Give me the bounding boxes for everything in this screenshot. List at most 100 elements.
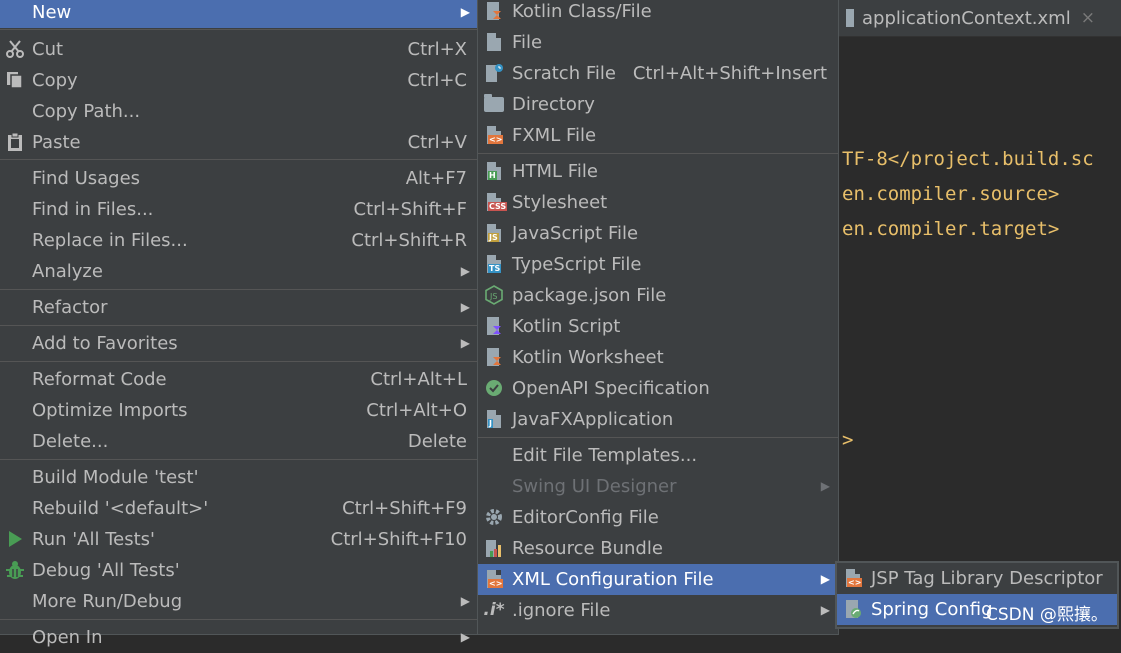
menu-item-label: HTML File (512, 161, 598, 182)
scissors-icon (4, 38, 26, 60)
menu-item-debug-all-tests[interactable]: Debug 'All Tests' (0, 555, 478, 586)
tab-close-icon[interactable]: × (1081, 8, 1095, 28)
menu-item-label: XML Configuration File (512, 569, 714, 590)
menu-item-open-in[interactable]: Open In ▶ (0, 622, 478, 653)
menu-item-new[interactable]: New ▶ (0, 0, 478, 28)
watermark-text: CSDN @熙攘。 (986, 605, 1108, 625)
menu-item-openapi[interactable]: OpenAPI Specification (478, 373, 838, 404)
menu-item-label: JSP Tag Library Descriptor (871, 568, 1103, 589)
run-icon (4, 528, 26, 550)
menu-item-optimize-imports[interactable]: Optimize Imports Ctrl+Alt+O (0, 395, 478, 426)
menu-item-label: TypeScript File (512, 254, 642, 275)
java-file-icon: J (483, 408, 505, 430)
menu-item-kotlin-worksheet[interactable]: Kotlin Worksheet (478, 342, 838, 373)
menu-item-edit-file-templates[interactable]: Edit File Templates... (478, 440, 838, 471)
menu-item-label: More Run/Debug (32, 591, 183, 612)
menu-item-resource-bundle[interactable]: Resource Bundle (478, 533, 838, 564)
menu-item-directory[interactable]: Directory (478, 89, 838, 120)
menu-item-kotlin-script[interactable]: Kotlin Script (478, 311, 838, 342)
kotlin-file-icon (483, 0, 505, 22)
menu-item-refactor[interactable]: Refactor ▶ (0, 292, 478, 323)
nodejs-icon: JS (483, 284, 505, 306)
menu-item-ignore-file[interactable]: .i* .ignore File ▶ (478, 595, 838, 626)
menu-item-analyze[interactable]: Analyze ▶ (0, 256, 478, 287)
menu-item-copy[interactable]: Copy Ctrl+C (0, 65, 478, 96)
code-line: en.compiler.target> (842, 218, 1060, 240)
menu-separator (0, 361, 478, 362)
menu-item-delete[interactable]: Delete... Delete (0, 426, 478, 457)
menu-item-run-all-tests[interactable]: Run 'All Tests' Ctrl+Shift+F10 (0, 524, 478, 555)
code-line: TF-8</project.build.sc (842, 148, 1094, 170)
menu-item-label: Delete... (32, 431, 109, 452)
menu-item-paste[interactable]: Paste Ctrl+V (0, 127, 478, 158)
menu-item-swing-ui-designer[interactable]: Swing UI Designer ▶ (478, 471, 838, 502)
menu-item-package-json[interactable]: JS package.json File (478, 280, 838, 311)
copy-icon (4, 69, 26, 91)
menu-item-label: Copy Path... (32, 101, 141, 122)
editor-area[interactable] (838, 0, 1121, 634)
svg-text:JS: JS (489, 292, 497, 301)
submenu-arrow-icon: ▶ (460, 5, 470, 19)
menu-item-label: Kotlin Class/File (512, 1, 652, 22)
context-menu: New ▶ Cut Ctrl+X Copy Ctrl+C Copy Path..… (0, 0, 478, 648)
menu-item-copy-path[interactable]: Copy Path... (0, 96, 478, 127)
menu-item-label: Debug 'All Tests' (32, 560, 180, 581)
css-file-icon: CSS (483, 191, 508, 213)
menu-item-cut[interactable]: Cut Ctrl+X (0, 34, 478, 65)
menu-item-label: Spring Config (871, 599, 993, 620)
resource-bundle-icon (483, 537, 505, 559)
menu-separator (478, 153, 838, 154)
openapi-icon (483, 377, 505, 399)
editor-tab[interactable]: applicationContext.xml × (838, 0, 1121, 37)
menu-item-javafx-application[interactable]: J JavaFXApplication (478, 404, 838, 435)
menu-item-more-run-debug[interactable]: More Run/Debug ▶ (0, 586, 478, 617)
menu-item-label: Directory (512, 94, 595, 115)
menu-item-javascript-file[interactable]: JS JavaScript File (478, 218, 838, 249)
menu-item-editorconfig[interactable]: EditorConfig File (478, 502, 838, 533)
menu-item-scratch-file[interactable]: Scratch File Ctrl+Alt+Shift+Insert (478, 58, 838, 89)
menu-item-html-file[interactable]: H HTML File (478, 156, 838, 187)
code-line: > (842, 429, 854, 451)
menu-item-jsp-tag-library[interactable]: <> JSP Tag Library Descriptor (837, 563, 1117, 594)
menu-separator (0, 619, 478, 620)
submenu-arrow-icon: ▶ (460, 594, 470, 608)
submenu-arrow-icon: ▶ (460, 630, 470, 644)
submenu-arrow-icon: ▶ (820, 479, 830, 493)
xml-file-icon (846, 9, 854, 27)
menu-item-fxml-file[interactable]: <> FXML File (478, 120, 838, 151)
shortcut: Alt+F7 (405, 168, 467, 189)
menu-item-label: Build Module 'test' (32, 467, 199, 488)
menu-item-label: Copy (32, 70, 78, 91)
menu-item-label: JavaFXApplication (512, 409, 674, 430)
menu-item-label: Reformat Code (32, 369, 167, 390)
menu-item-xml-configuration-file[interactable]: <> XML Configuration File ▶ (478, 564, 838, 595)
menu-item-label: EditorConfig File (512, 507, 659, 528)
menu-item-label: Add to Favorites (32, 333, 178, 354)
menu-item-label: Cut (32, 39, 64, 60)
menu-item-label: OpenAPI Specification (512, 378, 710, 399)
menu-item-add-to-favorites[interactable]: Add to Favorites ▶ (0, 328, 478, 359)
menu-separator (0, 159, 478, 160)
menu-item-find-usages[interactable]: Find Usages Alt+F7 (0, 163, 478, 194)
menu-item-reformat-code[interactable]: Reformat Code Ctrl+Alt+L (0, 364, 478, 395)
menu-item-label: Analyze (32, 261, 103, 282)
menu-item-rebuild[interactable]: Rebuild '<default>' Ctrl+Shift+F9 (0, 493, 478, 524)
menu-item-file[interactable]: File (478, 27, 838, 58)
menu-item-label: Scratch File (512, 63, 616, 84)
menu-item-build-module[interactable]: Build Module 'test' (0, 462, 478, 493)
typescript-file-icon: TS (483, 253, 505, 275)
menu-item-stylesheet[interactable]: CSS Stylesheet (478, 187, 838, 218)
menu-item-label: Stylesheet (512, 192, 608, 213)
clipboard-icon (4, 131, 26, 153)
html-file-icon: H (483, 160, 505, 182)
menu-item-find-in-files[interactable]: Find in Files... Ctrl+Shift+F (0, 194, 478, 225)
menu-item-label: Kotlin Script (512, 316, 621, 337)
menu-item-replace-in-files[interactable]: Replace in Files... Ctrl+Shift+R (0, 225, 478, 256)
menu-item-typescript-file[interactable]: TS TypeScript File (478, 249, 838, 280)
folder-icon (483, 93, 505, 115)
menu-item-kotlin-class[interactable]: Kotlin Class/File (478, 0, 838, 27)
menu-item-label: .ignore File (512, 600, 611, 621)
new-submenu: Kotlin Class/File File Scratch File Ctrl… (478, 0, 838, 634)
submenu-arrow-icon: ▶ (820, 572, 830, 586)
menu-item-label: Edit File Templates... (512, 445, 698, 466)
